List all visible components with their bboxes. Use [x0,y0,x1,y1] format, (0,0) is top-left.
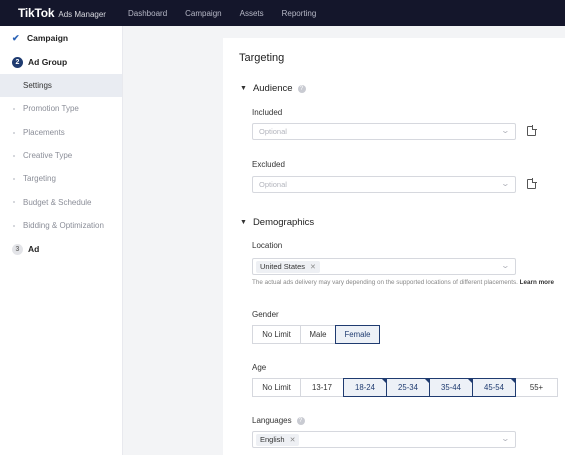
step-ad-group[interactable]: 2 Ad Group [0,50,122,74]
gender-option-no-limit[interactable]: No Limit [252,325,301,344]
nav-campaign[interactable]: Campaign [185,9,221,18]
age-option-35-44[interactable]: 35-44 [429,378,473,397]
step-campaign-label: Campaign [27,33,69,43]
step-number-badge: 2 [12,56,23,68]
language-tag-text: English [260,435,285,444]
age-option-25-34[interactable]: 25-34 [386,378,430,397]
sidebar-item-budget-schedule[interactable]: Budget & Schedule [0,190,122,213]
location-tag: United States ✕ [256,260,320,273]
demographics-section-header[interactable]: ▼ Demographics [240,217,314,228]
languages-select[interactable]: English ✕ ⌄ [252,431,516,448]
chevron-down-icon: ⌄ [500,261,511,270]
sidebar-item-settings[interactable]: Settings [0,74,122,98]
top-navigation-bar: TikTok Ads Manager Dashboard Campaign As… [0,0,565,26]
step-ad-group-label: Ad Group [28,57,68,67]
gender-selector: No Limit Male Female [252,325,380,344]
sidebar-item-creative-type[interactable]: Creative Type [0,144,122,167]
excluded-label: Excluded [252,160,285,169]
brand[interactable]: TikTok Ads Manager [0,6,128,20]
nav-assets[interactable]: Assets [240,9,264,18]
languages-label-row: Languages ? [252,416,305,425]
age-option-13-17[interactable]: 13-17 [300,378,344,397]
nav-reporting[interactable]: Reporting [282,9,317,18]
chevron-down-icon: ⌄ [500,179,511,188]
location-select[interactable]: United States ✕ ⌄ [252,258,516,275]
step-campaign[interactable]: ✔ Campaign [0,26,122,50]
create-audience-icon[interactable] [527,178,537,189]
included-audience-select[interactable]: Optional ⌄ [252,123,516,140]
product-name: Ads Manager [58,10,106,19]
sidebar-item-promotion-type[interactable]: Promotion Type [0,97,122,120]
close-icon[interactable]: ✕ [290,436,296,444]
help-icon[interactable]: ? [297,84,306,93]
location-tag-text: United States [260,262,306,271]
main-nav: Dashboard Campaign Assets Reporting [128,9,334,18]
audience-heading: Audience [252,83,293,94]
location-hint: The actual ads delivery may vary dependi… [252,279,562,288]
age-label: Age [252,363,267,372]
chevron-down-icon: ⌄ [500,126,511,135]
languages-label: Languages [252,416,292,425]
gender-label: Gender [252,310,279,319]
excluded-audience-select[interactable]: Optional ⌄ [252,176,516,193]
location-hint-text: The actual ads delivery may vary dependi… [252,279,518,286]
included-label: Included [252,108,283,117]
language-tag: English ✕ [256,433,300,446]
page-title: Targeting [239,52,285,64]
sidebar-item-bidding-optimization[interactable]: Bidding & Optimization [0,214,122,237]
age-selector: No Limit 13-17 18-24 25-34 35-44 45-54 5… [252,378,558,397]
learn-more-link[interactable]: Learn more [520,279,554,286]
age-option-45-54[interactable]: 45-54 [472,378,516,397]
caret-down-icon: ▼ [240,85,247,92]
nav-dashboard[interactable]: Dashboard [128,9,167,18]
step-number-badge: 3 [12,243,23,255]
targeting-panel: Targeting ▼ Audience ? Included Optional… [223,38,565,455]
close-icon[interactable]: ✕ [310,263,316,271]
sidebar-item-targeting[interactable]: Targeting [0,167,122,190]
create-audience-icon[interactable] [527,125,537,136]
demographics-heading: Demographics [252,217,315,228]
caret-down-icon: ▼ [240,219,247,226]
sidebar-item-placements[interactable]: Placements [0,121,122,144]
gender-option-female[interactable]: Female [335,325,380,344]
tiktok-logo: TikTok [18,6,55,20]
age-option-55-plus[interactable]: 55+ [515,378,558,397]
step-ad[interactable]: 3 Ad [0,237,122,261]
help-icon[interactable]: ? [296,416,305,425]
chevron-down-icon: ⌄ [500,434,511,443]
gender-option-male[interactable]: Male [300,325,336,344]
excluded-placeholder: Optional [259,180,287,189]
audience-section-header[interactable]: ▼ Audience ? [240,83,306,94]
age-option-no-limit[interactable]: No Limit [252,378,301,397]
included-placeholder: Optional [259,127,287,136]
age-option-18-24[interactable]: 18-24 [343,378,387,397]
location-label: Location [252,241,283,250]
step-ad-label: Ad [28,244,40,255]
checkmark-icon: ✔ [12,32,20,43]
steps-sidebar: ✔ Campaign 2 Ad Group Settings Promotion… [0,26,123,455]
